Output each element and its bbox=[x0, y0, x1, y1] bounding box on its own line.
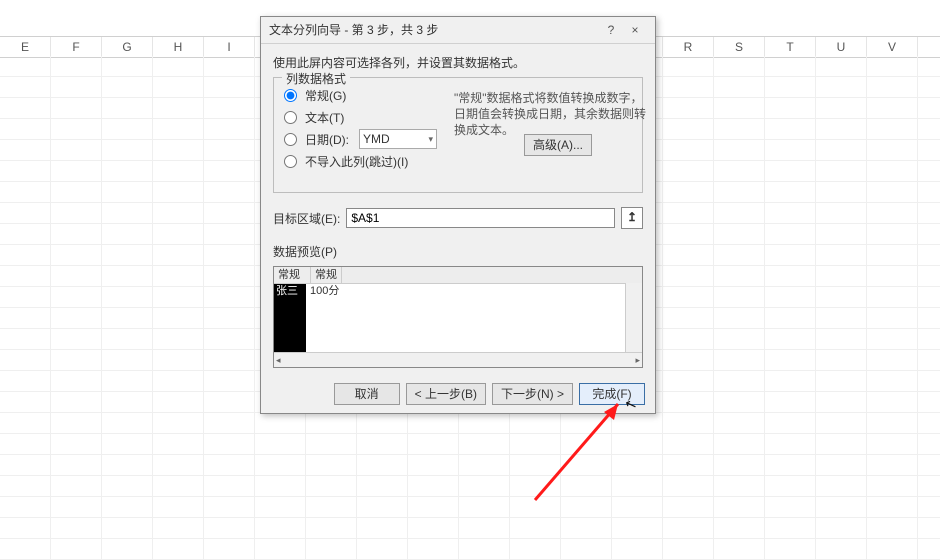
radio-text-label: 文本(T) bbox=[305, 109, 344, 126]
help-button[interactable]: ? bbox=[599, 17, 623, 43]
preview-header-2: 常规 bbox=[311, 267, 342, 283]
chevron-down-icon: ▾ bbox=[428, 134, 433, 145]
column-header[interactable]: T bbox=[765, 37, 816, 57]
destination-label: 目标区域(E): bbox=[273, 210, 340, 227]
range-picker-icon[interactable]: ↥ bbox=[621, 207, 643, 229]
radio-date-input[interactable] bbox=[284, 133, 297, 146]
destination-input[interactable] bbox=[346, 208, 615, 228]
column-format-group: 列数据格式 常规(G) 文本(T) 日期(D): YMD ▾ 不导入此列(跳过)… bbox=[273, 77, 643, 193]
column-header[interactable]: F bbox=[51, 37, 102, 57]
group-legend: 列数据格式 bbox=[282, 70, 350, 87]
radio-date-label: 日期(D): bbox=[305, 131, 349, 148]
advanced-button[interactable]: 高级(A)... bbox=[524, 134, 592, 156]
cancel-button[interactable]: 取消 bbox=[334, 383, 400, 405]
radio-general-input[interactable] bbox=[284, 89, 297, 102]
preview-label: 数据预览(P) bbox=[273, 243, 643, 260]
radio-text-input[interactable] bbox=[284, 111, 297, 124]
preview-header: 常规 常规 bbox=[274, 267, 642, 284]
dialog-title: 文本分列向导 - 第 3 步，共 3 步 bbox=[269, 17, 599, 43]
column-header[interactable]: G bbox=[102, 37, 153, 57]
preview-hscroll[interactable]: ◂▸ bbox=[274, 352, 642, 367]
column-header[interactable]: I bbox=[204, 37, 255, 57]
date-format-value: YMD bbox=[363, 132, 390, 146]
dialog-buttons: 取消 < 上一步(B) 下一步(N) > 完成(F) bbox=[334, 383, 645, 405]
close-button[interactable]: × bbox=[623, 17, 647, 43]
column-header[interactable]: R bbox=[663, 37, 714, 57]
destination-row: 目标区域(E): ↥ bbox=[273, 207, 643, 229]
column-header[interactable]: U bbox=[816, 37, 867, 57]
date-format-select[interactable]: YMD ▾ bbox=[359, 129, 437, 149]
format-description: "常规"数据格式将数值转换成数字，日期值会转换成日期，其余数据则转换成文本。 bbox=[454, 90, 649, 138]
column-header[interactable]: E bbox=[0, 37, 51, 57]
preview-header-1: 常规 bbox=[274, 267, 311, 283]
column-header[interactable]: V bbox=[867, 37, 918, 57]
data-preview: 常规 常规 张三 100分 ◂▸ bbox=[273, 266, 643, 368]
radio-general-label: 常规(G) bbox=[305, 87, 346, 104]
preview-vscroll[interactable] bbox=[625, 283, 642, 353]
next-button[interactable]: 下一步(N) > bbox=[492, 383, 573, 405]
dialog-instruction: 使用此屏内容可选择各列，并设置其数据格式。 bbox=[273, 54, 643, 71]
text-to-columns-dialog: 文本分列向导 - 第 3 步，共 3 步 ? × 使用此屏内容可选择各列，并设置… bbox=[260, 16, 656, 414]
radio-skip-input[interactable] bbox=[284, 155, 297, 168]
column-header[interactable]: S bbox=[714, 37, 765, 57]
column-header[interactable]: H bbox=[153, 37, 204, 57]
back-button[interactable]: < 上一步(B) bbox=[406, 383, 486, 405]
radio-skip-label: 不导入此列(跳过)(I) bbox=[305, 153, 408, 170]
dialog-titlebar: 文本分列向导 - 第 3 步，共 3 步 ? × bbox=[261, 17, 655, 44]
